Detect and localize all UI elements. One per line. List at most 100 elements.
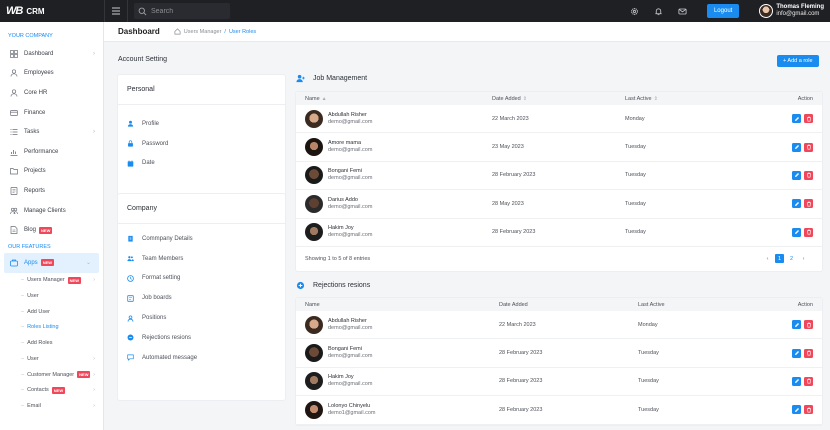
user-name: Thomas Fleming	[776, 4, 824, 10]
delete-button[interactable]	[804, 227, 813, 237]
sidebar-item-tasks[interactable]: Tasks ›	[0, 122, 103, 142]
position-icon	[127, 315, 134, 322]
setting-item-format-setting[interactable]: Format setting	[118, 269, 285, 289]
search-box[interactable]	[134, 3, 230, 19]
edit-button[interactable]	[792, 348, 801, 358]
person-email: demo1@gmail.com	[328, 409, 376, 416]
column-header-last-active[interactable]: Last Active ⇕	[625, 96, 765, 102]
setting-item-commpany-details[interactable]: Commpany Details	[118, 229, 285, 249]
sidebar-item-performance[interactable]: Performance	[0, 142, 103, 162]
date-added-cell: 28 February 2023	[499, 350, 543, 357]
pencil-icon	[794, 116, 799, 121]
page-button-2[interactable]: 2	[787, 254, 796, 263]
edit-button[interactable]	[792, 199, 801, 209]
person-name: Amore mama	[328, 140, 362, 147]
setting-item-date[interactable]: Date	[118, 154, 285, 174]
breadcrumb-item-user-roles: User Roles	[228, 28, 257, 35]
delete-button[interactable]	[804, 142, 813, 152]
edit-button[interactable]	[792, 170, 801, 180]
action-cell	[778, 405, 822, 415]
user-menu[interactable]: Thomas Fleming info@gmail.com	[759, 4, 830, 18]
sidebar-item-dashboard[interactable]: Dashboard ›	[0, 44, 103, 64]
entries-info: Showing 1 to 5 of 8 entries	[305, 255, 371, 262]
delete-button[interactable]	[804, 376, 813, 386]
delete-button[interactable]	[804, 348, 813, 358]
pencil-icon	[794, 173, 799, 178]
column-header-name: Name	[296, 302, 499, 308]
sidebar-item-apps[interactable]: Apps NEW ⌄	[4, 252, 99, 273]
name-cell: Abdullah Risher demo@gmail.com	[296, 315, 499, 334]
column-header-date[interactable]: Date Added ⇕	[492, 96, 625, 102]
sidebar-subitem-roles-listing[interactable]: – Roles Listing	[0, 320, 103, 336]
next-page-button[interactable]: ›	[799, 254, 808, 263]
sidebar-subitem-users-manager[interactable]: – Users Manager NEW ›	[0, 273, 103, 289]
edit-button[interactable]	[792, 405, 801, 415]
setting-item-profile[interactable]: Profile	[118, 114, 285, 134]
notifications-button[interactable]	[647, 7, 671, 16]
setting-item-automated-message[interactable]: Automated message	[118, 348, 285, 368]
delete-button[interactable]	[804, 405, 813, 415]
column-label: Name	[305, 95, 320, 102]
column-header-name[interactable]: Name ▲	[296, 96, 492, 102]
breadcrumb: Users Manager / User Roles	[174, 28, 256, 35]
sidebar-item-finance[interactable]: Finance	[0, 103, 103, 123]
sidebar-subitem-user[interactable]: – User	[0, 288, 103, 304]
sort-icon: ⇕	[653, 95, 658, 102]
chevron-down-icon: ⌄	[85, 260, 91, 267]
page-button-1[interactable]: 1	[775, 254, 784, 264]
prev-page-button[interactable]: ‹	[763, 254, 772, 263]
edit-button[interactable]	[792, 376, 801, 386]
sidebar-subitem-customer-manager[interactable]: – Customer Manager NEW ›	[0, 367, 103, 383]
setting-item-label: Automated message	[142, 354, 198, 361]
delete-button[interactable]	[804, 114, 813, 124]
setting-item-positions[interactable]: Positions	[118, 308, 285, 328]
minus-circle-icon	[127, 334, 134, 341]
edit-button[interactable]	[792, 227, 801, 237]
name-cell: Hakim Joy demo@gmail.com	[296, 223, 492, 242]
add-role-button[interactable]: + Add a role	[777, 55, 819, 67]
chevron-right-icon: ›	[93, 402, 95, 409]
setting-item-rejections-resions[interactable]: Rejections resions	[118, 328, 285, 348]
messages-button[interactable]	[671, 7, 695, 16]
new-badge: NEW	[40, 259, 55, 267]
setting-item-job-boards[interactable]: Job boards	[118, 288, 285, 308]
table-row: Darius Addo demo@gmail.com 28 May 2023 Tues…	[296, 190, 822, 219]
edit-button[interactable]	[792, 114, 801, 124]
sidebar-item-label: Core HR	[24, 89, 48, 96]
person-email: demo@gmail.com	[328, 175, 373, 182]
logout-button[interactable]: Logout	[706, 4, 740, 18]
sidebar-item-employees[interactable]: Employees	[0, 64, 103, 84]
sidebar-subitem-add-roles[interactable]: – Add Roles	[0, 335, 103, 351]
delete-button[interactable]	[804, 320, 813, 330]
menu-toggle-button[interactable]	[104, 0, 128, 22]
date-added-cell: 28 February 2023	[499, 378, 543, 385]
sidebar-subitem-user[interactable]: – User ›	[0, 351, 103, 367]
sidebar-item-blog[interactable]: Blog NEW	[0, 220, 103, 240]
name-cell: Darius Addo demo@gmail.com	[296, 194, 492, 213]
sidebar-item-core-hr[interactable]: Core HR	[0, 83, 103, 103]
chevron-right-icon: ›	[93, 277, 95, 284]
column-label: Action	[797, 95, 813, 102]
person-name: Hakim Joy	[328, 374, 354, 381]
action-cell	[765, 199, 822, 209]
delete-button[interactable]	[804, 170, 813, 180]
table-row: Hakim Joy demo@gmail.com 28 February 2023 T…	[296, 368, 822, 397]
settings-button[interactable]	[623, 7, 647, 16]
brand[interactable]: WB CRM	[0, 5, 104, 17]
breadcrumb-item-users-manager[interactable]: Users Manager	[184, 29, 222, 35]
sidebar-subitem-add-user[interactable]: – Add User	[0, 304, 103, 320]
delete-button[interactable]	[804, 199, 813, 209]
sidebar-subitem-email[interactable]: – Email ›	[0, 398, 103, 414]
sidebar-subitem-contacts[interactable]: – Contacts NEW ›	[0, 382, 103, 398]
bullet-icon: –	[21, 277, 25, 284]
sidebar-item-projects[interactable]: Projects	[0, 162, 103, 182]
avatar	[305, 400, 323, 419]
sidebar-item-reports[interactable]: Reports	[0, 181, 103, 201]
setting-item-password[interactable]: Password	[118, 134, 285, 154]
search-input[interactable]	[151, 7, 221, 15]
sidebar-item-manage-clients[interactable]: Manage Clients	[0, 201, 103, 221]
edit-button[interactable]	[792, 142, 801, 152]
edit-button[interactable]	[792, 320, 801, 330]
trash-icon	[806, 229, 811, 235]
setting-item-team-members[interactable]: Team Members	[118, 249, 285, 269]
